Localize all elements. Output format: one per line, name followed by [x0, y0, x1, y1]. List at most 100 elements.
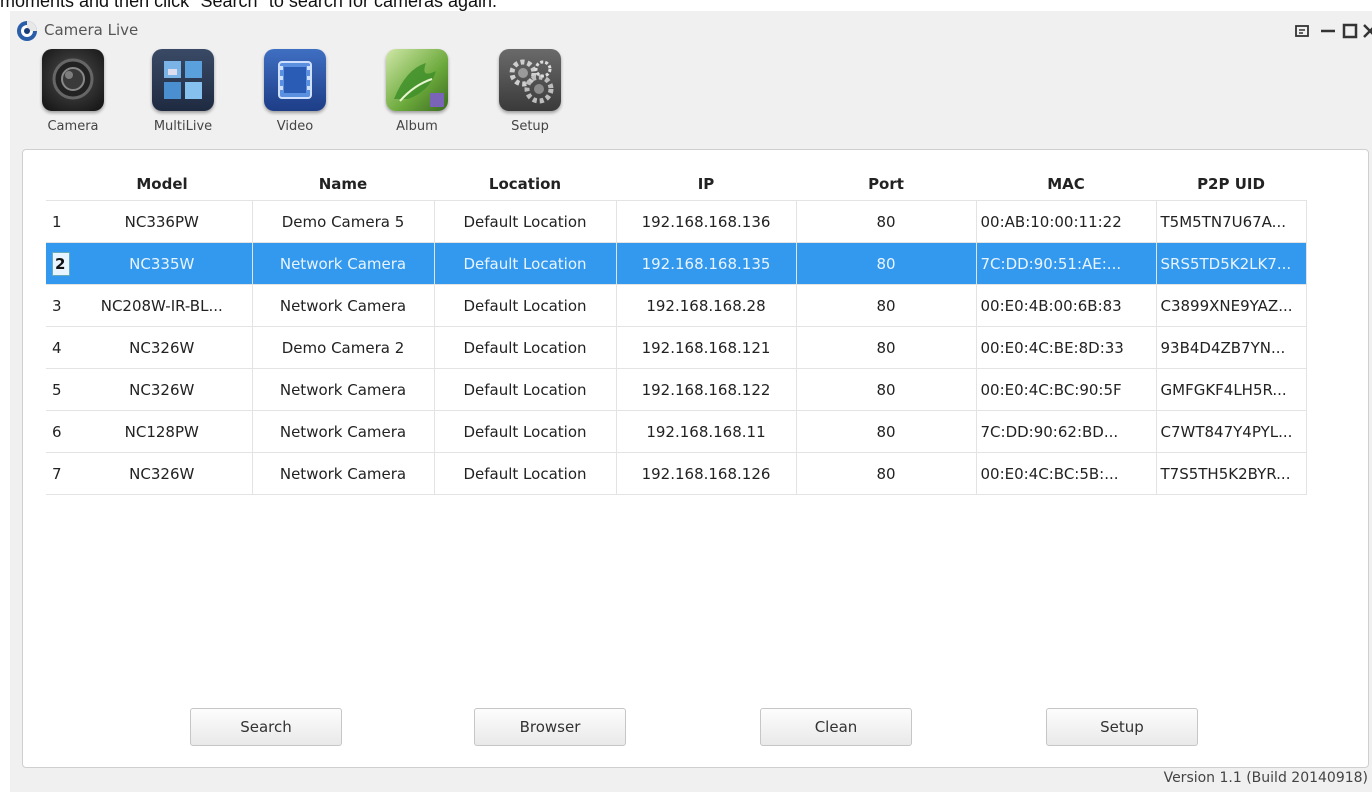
column-header-p2p-uid[interactable]: P2P UID [1156, 168, 1306, 201]
row-index: 7 [46, 452, 72, 495]
column-header-model[interactable]: Model [72, 168, 252, 201]
feedback-icon [1295, 25, 1309, 37]
multilive-icon [152, 49, 214, 111]
close-icon [1363, 24, 1372, 38]
table-row[interactable]: 6 NC128PW Network Camera Default Locatio… [46, 410, 1307, 453]
tool-multilive-label: MultiLive [153, 119, 213, 134]
setup-button[interactable]: Setup [1046, 708, 1198, 746]
cell-location: Default Location [434, 200, 617, 243]
column-header-index[interactable] [46, 168, 72, 201]
row-index-value: 2 [52, 251, 70, 276]
video-icon [264, 49, 326, 111]
cell-p2p-uid: GMFGKF4LH5R... [1156, 368, 1307, 411]
cell-name: Demo Camera 5 [252, 200, 435, 243]
title-bar[interactable]: Camera Live [10, 11, 1372, 43]
window-title: Camera Live [44, 21, 139, 39]
row-index: 6 [46, 410, 72, 453]
minimize-button[interactable] [1316, 19, 1340, 43]
cell-mac: 7C:DD:90:51:AE:... [976, 242, 1157, 285]
cell-port: 80 [796, 368, 977, 411]
tool-album-label: Album [396, 119, 438, 134]
row-index: 5 [46, 368, 72, 411]
cell-p2p-uid: T5M5TN7U67A... [1156, 200, 1307, 243]
cell-name: Network Camera [252, 368, 435, 411]
camera-icon [42, 49, 104, 111]
cell-model: NC335W [72, 242, 253, 285]
cell-mac: 7C:DD:90:62:BD... [976, 410, 1157, 453]
cell-name: Demo Camera 2 [252, 326, 435, 369]
version-label: Version 1.1 (Build 20140918) [1163, 770, 1368, 786]
minimize-icon [1321, 29, 1335, 33]
cell-ip: 192.168.168.121 [616, 326, 797, 369]
clean-button[interactable]: Clean [760, 708, 912, 746]
tool-camera[interactable]: Camera [28, 49, 118, 134]
close-button[interactable] [1358, 19, 1372, 43]
cell-ip: 192.168.168.126 [616, 452, 797, 495]
tool-setup-label: Setup [511, 119, 549, 134]
cell-name: Network Camera [252, 410, 435, 453]
cell-location: Default Location [434, 410, 617, 453]
cell-port: 80 [796, 452, 977, 495]
cell-p2p-uid: C7WT847Y4PYL... [1156, 410, 1307, 453]
tool-video-label: Video [276, 119, 314, 134]
cell-model: NC326W [72, 368, 253, 411]
column-header-ip[interactable]: IP [616, 168, 796, 201]
cell-location: Default Location [434, 326, 617, 369]
cell-p2p-uid: C3899XNE9YAZ... [1156, 284, 1307, 327]
tool-setup[interactable]: Setup [485, 49, 575, 134]
cell-model: NC326W [72, 452, 253, 495]
tool-video[interactable]: Video [250, 49, 340, 134]
row-index: 2 [46, 242, 72, 285]
cell-port: 80 [796, 200, 977, 243]
table-header-row: Model Name Location IP Port MAC P2P UID [46, 168, 1306, 201]
camera-list-panel: Model Name Location IP Port MAC P2P UID … [22, 149, 1369, 768]
column-header-mac[interactable]: MAC [976, 168, 1156, 201]
cell-p2p-uid: T7S5TH5K2BYR... [1156, 452, 1307, 495]
camera-table: Model Name Location IP Port MAC P2P UID … [46, 168, 1307, 495]
browser-button[interactable]: Browser [474, 708, 626, 746]
cell-model: NC336PW [72, 200, 253, 243]
cell-name: Network Camera [252, 452, 435, 495]
column-header-name[interactable]: Name [252, 168, 434, 201]
cell-mac: 00:E0:4C:BC:90:5F [976, 368, 1157, 411]
cell-mac: 00:E0:4C:BE:8D:33 [976, 326, 1157, 369]
cell-name: Network Camera [252, 284, 435, 327]
table-row[interactable]: 7 NC326W Network Camera Default Location… [46, 452, 1307, 495]
column-header-port[interactable]: Port [796, 168, 976, 201]
cell-port: 80 [796, 410, 977, 453]
maximize-icon [1342, 23, 1358, 39]
cell-location: Default Location [434, 452, 617, 495]
tool-multilive[interactable]: MultiLive [138, 49, 228, 134]
cell-port: 80 [796, 242, 977, 285]
table-row[interactable]: 3 NC208W-IR-BL... Network Camera Default… [46, 284, 1307, 327]
table-row-selected[interactable]: 2 NC335W Network Camera Default Location… [46, 242, 1307, 285]
cell-ip: 192.168.168.122 [616, 368, 797, 411]
cell-ip: 192.168.168.135 [616, 242, 797, 285]
setup-icon [499, 49, 561, 111]
main-toolbar: Camera MultiLive Video Album Setup [10, 49, 710, 159]
tool-album[interactable]: Album [372, 49, 462, 134]
cell-mac: 00:E0:4B:00:6B:83 [976, 284, 1157, 327]
column-header-location[interactable]: Location [434, 168, 616, 201]
table-row[interactable]: 5 NC326W Network Camera Default Location… [46, 368, 1307, 411]
instruction-text: moments and then click "Search" to searc… [0, 0, 498, 11]
row-index: 3 [46, 284, 72, 327]
cell-p2p-uid: 93B4D4ZB7YN... [1156, 326, 1307, 369]
cell-port: 80 [796, 284, 977, 327]
app-logo-icon [17, 21, 37, 41]
feedback-button[interactable] [1290, 19, 1314, 43]
cell-model: NC128PW [72, 410, 253, 453]
cell-location: Default Location [434, 284, 617, 327]
table-row[interactable]: 1 NC336PW Demo Camera 5 Default Location… [46, 200, 1307, 243]
cell-location: Default Location [434, 242, 617, 285]
table-row[interactable]: 4 NC326W Demo Camera 2 Default Location … [46, 326, 1307, 369]
search-button[interactable]: Search [190, 708, 342, 746]
cell-port: 80 [796, 326, 977, 369]
row-index: 4 [46, 326, 72, 369]
app-window: Camera Live Camera MultiLive Video Album… [10, 11, 1372, 792]
cell-mac: 00:AB:10:00:11:22 [976, 200, 1157, 243]
cell-model: NC208W-IR-BL... [72, 284, 253, 327]
cell-ip: 192.168.168.28 [616, 284, 797, 327]
cell-p2p-uid: SRS5TD5K2LK7... [1156, 242, 1307, 285]
cell-ip: 192.168.168.11 [616, 410, 797, 453]
